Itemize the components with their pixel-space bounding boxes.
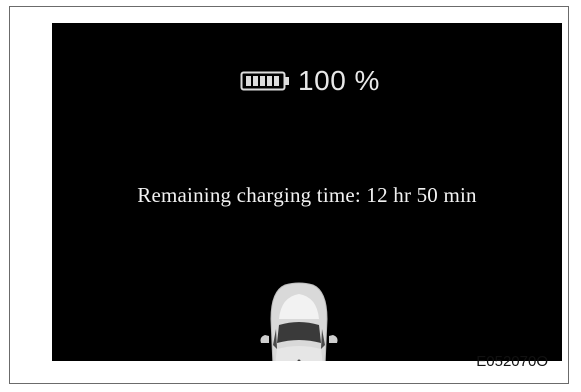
battery-percent: 100 % [298, 65, 380, 96]
car-top-view-icon [259, 279, 339, 361]
figure-frame: 100 % Remaining charging time: 12 hr 50 … [9, 6, 569, 384]
remaining-charging-time: Remaining charging time: 12 hr 50 min [137, 183, 477, 207]
instrument-display: 100 % Remaining charging time: 12 hr 50 … [52, 23, 562, 361]
figure-code: E052070O [476, 353, 548, 370]
battery-icon [240, 69, 292, 93]
battery-status: 100 % [52, 65, 562, 97]
